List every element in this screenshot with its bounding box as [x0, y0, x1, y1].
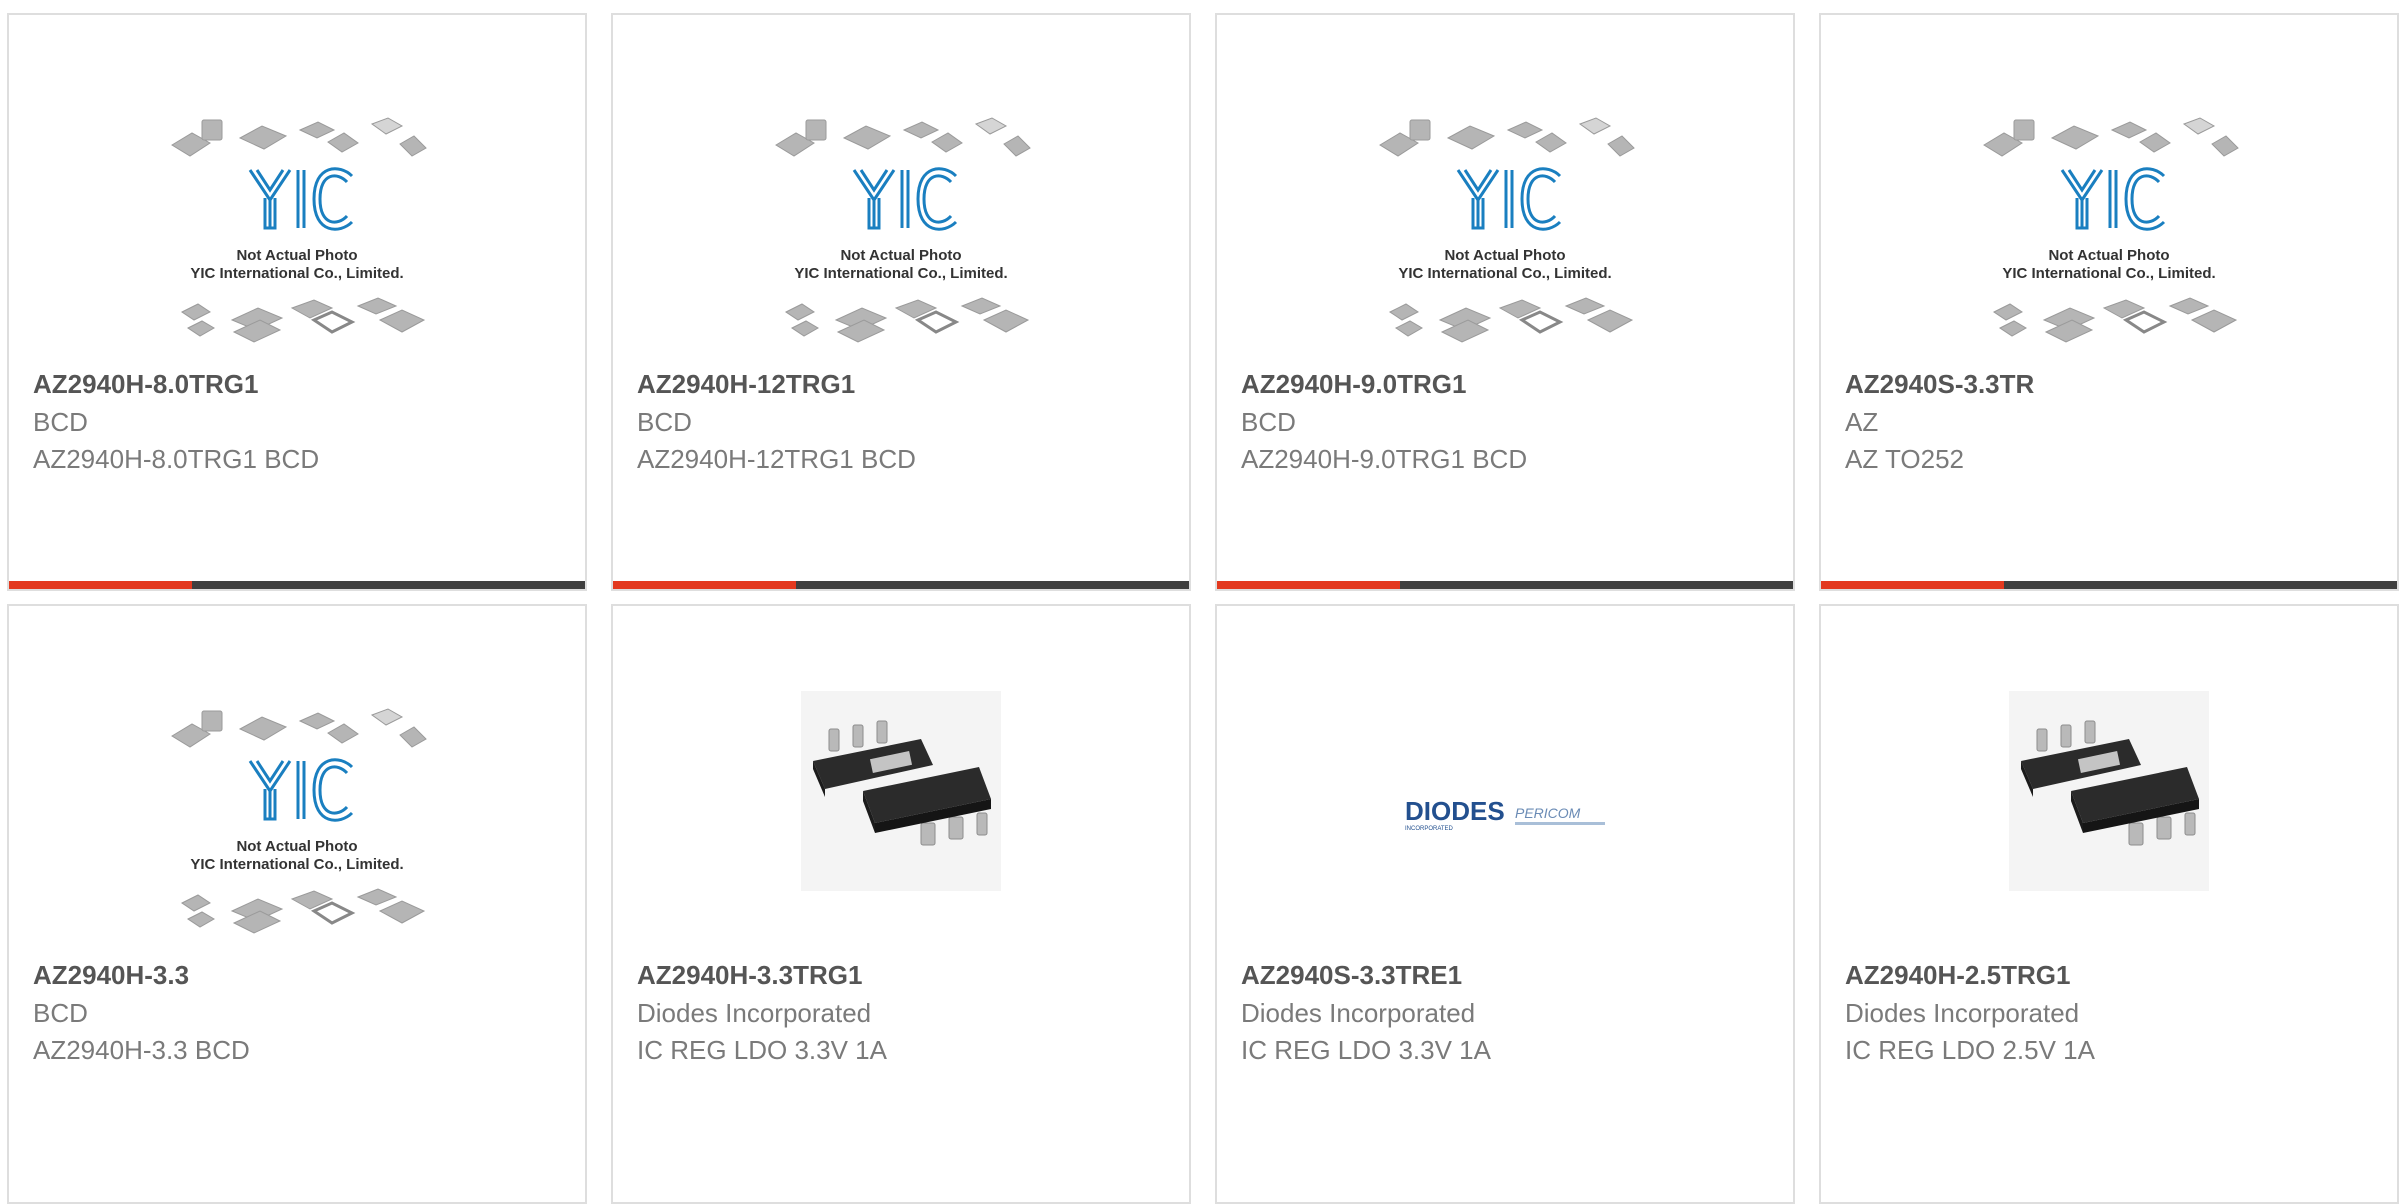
product-card[interactable]: Not Actual Photo YIC International Co., … — [611, 13, 1191, 591]
product-image[interactable]: Not Actual Photo YIC International Co., … — [9, 691, 585, 949]
product-image[interactable] — [1821, 691, 2397, 949]
product-part-number[interactable]: AZ2940S-3.3TRE1 — [1241, 960, 1462, 991]
not-actual-photo-text: Not Actual Photo — [2048, 247, 2169, 264]
product-manufacturer: BCD — [33, 407, 88, 437]
not-actual-photo-image: Not Actual Photo YIC International Co., … — [171, 708, 427, 934]
product-part-number[interactable]: AZ2940S-3.3TR — [1845, 369, 2034, 400]
not-actual-photo-image: Not Actual Photo YIC International Co., … — [1379, 117, 1635, 343]
product-part-number[interactable]: AZ2940H-12TRG1 — [637, 369, 855, 400]
product-part-number[interactable]: AZ2940H-3.3 — [33, 960, 189, 991]
diodes-pericom-logo: DIODES INCORPORATED PERICOM — [1405, 796, 1605, 832]
sot223-package-photo — [2009, 691, 2209, 891]
product-description: IC REG LDO 3.3V 1A — [1241, 1035, 1491, 1065]
card-accent-bar — [1217, 581, 1400, 589]
company-name-text: YIC International Co., Limited. — [190, 265, 403, 282]
product-description: AZ2940H-12TRG1 BCD — [637, 444, 916, 474]
company-name-text: YIC International Co., Limited. — [794, 265, 1007, 282]
product-manufacturer: Diodes Incorporated — [1845, 998, 2080, 1028]
product-grid: Not Actual Photo YIC International Co., … — [0, 0, 2400, 1204]
pericom-brand-text: PERICOM — [1515, 805, 1581, 821]
product-manufacturer: Diodes Incorporated — [637, 998, 872, 1028]
product-image[interactable]: Not Actual Photo YIC International Co., … — [9, 100, 585, 358]
product-description: AZ2940H-9.0TRG1 BCD — [1241, 444, 1528, 474]
product-part-number[interactable]: AZ2940H-3.3TRG1 — [637, 960, 862, 991]
product-part-number[interactable]: AZ2940H-8.0TRG1 — [33, 369, 258, 400]
not-actual-photo-image: Not Actual Photo YIC International Co., … — [1983, 117, 2239, 343]
product-manufacturer: BCD — [637, 407, 692, 437]
product-description: AZ TO252 — [1845, 444, 1964, 474]
product-manufacturer: BCD — [33, 998, 88, 1028]
not-actual-photo-text: Not Actual Photo — [236, 247, 357, 264]
product-card[interactable]: Not Actual Photo YIC International Co., … — [7, 13, 587, 591]
product-description: IC REG LDO 2.5V 1A — [1845, 1035, 2095, 1065]
product-card[interactable]: AZ2940H-2.5TRG1 Diodes Incorporated IC REG… — [1819, 604, 2399, 1204]
diodes-brand-text: DIODES — [1405, 796, 1505, 826]
card-accent-bar — [1821, 581, 2004, 589]
card-accent-bar — [9, 581, 192, 589]
diodes-subbrand-text: INCORPORATED — [1405, 826, 1454, 832]
product-description: AZ2940H-3.3 BCD — [33, 1035, 250, 1065]
card-footer-bar — [796, 581, 1189, 589]
not-actual-photo-text: Not Actual Photo — [236, 838, 357, 855]
product-card[interactable]: Not Actual Photo YIC International Co., … — [1215, 13, 1795, 591]
card-footer-bar — [2004, 581, 2397, 589]
product-card[interactable]: Not Actual Photo YIC International Co., … — [7, 604, 587, 1204]
product-card[interactable]: DIODES INCORPORATED PERICOM AZ2940S-3.3T… — [1215, 604, 1795, 1204]
company-name-text: YIC International Co., Limited. — [1398, 265, 1611, 282]
sot223-package-photo — [801, 691, 1001, 891]
product-manufacturer: BCD — [1241, 407, 1296, 437]
not-actual-photo-image: Not Actual Photo YIC International Co., … — [171, 117, 427, 343]
company-name-text: YIC International Co., Limited. — [2002, 265, 2215, 282]
product-image[interactable] — [613, 691, 1189, 949]
product-card[interactable]: AZ2940H-3.3TRG1 Diodes Incorporated IC REG… — [611, 604, 1191, 1204]
not-actual-photo-text: Not Actual Photo — [840, 247, 961, 264]
not-actual-photo-text: Not Actual Photo — [1444, 247, 1565, 264]
company-name-text: YIC International Co., Limited. — [190, 856, 403, 873]
product-card[interactable]: Not Actual Photo YIC International Co., … — [1819, 13, 2399, 591]
card-footer-bar — [192, 581, 585, 589]
product-description: IC REG LDO 3.3V 1A — [637, 1035, 887, 1065]
card-accent-bar — [613, 581, 796, 589]
not-actual-photo-image: Not Actual Photo YIC International Co., … — [775, 117, 1031, 343]
product-part-number[interactable]: AZ2940H-9.0TRG1 — [1241, 369, 1466, 400]
product-manufacturer: AZ — [1845, 407, 1879, 437]
product-image[interactable]: Not Actual Photo YIC International Co., … — [1217, 100, 1793, 358]
product-image[interactable]: Not Actual Photo YIC International Co., … — [1821, 100, 2397, 358]
product-description: AZ2940H-8.0TRG1 BCD — [33, 444, 320, 474]
product-part-number[interactable]: AZ2940H-2.5TRG1 — [1845, 960, 2070, 991]
product-manufacturer: Diodes Incorporated — [1241, 998, 1476, 1028]
product-image[interactable]: Not Actual Photo YIC International Co., … — [613, 100, 1189, 358]
card-footer-bar — [1400, 581, 1793, 589]
product-image[interactable]: DIODES INCORPORATED PERICOM — [1217, 691, 1793, 949]
